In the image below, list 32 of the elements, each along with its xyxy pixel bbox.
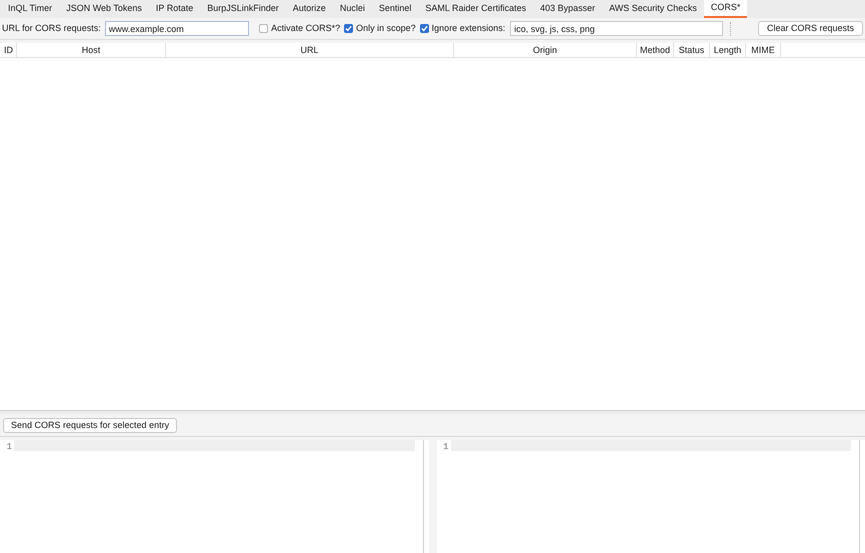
code-editor[interactable]: 1 <box>0 440 428 553</box>
checkbox-label: Ignore extensions: <box>432 22 506 35</box>
column-header[interactable]: Status <box>674 43 710 57</box>
line-number: 1 <box>6 441 12 454</box>
line-number: 1 <box>442 441 448 454</box>
tab[interactable]: BurpJSLinkFinder <box>200 0 286 18</box>
tab[interactable]: SAML Raider Certificates <box>418 0 534 18</box>
column-header[interactable]: Host <box>17 43 166 57</box>
url-label: URL for CORS requests: <box>2 22 101 35</box>
column-header[interactable]: Method <box>637 43 674 57</box>
tab[interactable]: IP Rotate <box>148 0 200 18</box>
tab[interactable]: AWS Security Checks <box>602 0 704 18</box>
tab[interactable]: 403 Bypasser <box>533 0 602 18</box>
column-header[interactable]: Length <box>710 43 746 57</box>
tab[interactable]: JSON Web Tokens <box>59 0 149 18</box>
tab[interactable]: Nuclei <box>332 0 372 18</box>
tab[interactable]: Sentinel <box>372 0 418 18</box>
column-header[interactable]: MIME <box>746 43 781 57</box>
checkbox-label: Activate CORS*? <box>271 22 340 35</box>
send-button[interactable]: Send CORS requests for selected entry <box>3 418 178 432</box>
column-header[interactable]: URL <box>166 43 454 57</box>
tab[interactable]: Autorize <box>286 0 333 18</box>
tab[interactable]: CORS* <box>704 0 748 18</box>
checkbox[interactable] <box>259 24 268 33</box>
extensions-field[interactable]: ico, svg, js, css, png <box>510 21 723 36</box>
column-header[interactable]: ID <box>0 43 17 57</box>
checkbox-label: Only in scope? <box>356 22 416 35</box>
code-editor[interactable]: 1 <box>436 440 865 553</box>
column-header[interactable]: Origin <box>454 43 637 57</box>
tab[interactable]: InQL Timer <box>1 0 60 18</box>
clear-button[interactable]: Clear CORS requests <box>758 21 864 36</box>
url-field[interactable]: www.example.com <box>104 21 250 36</box>
